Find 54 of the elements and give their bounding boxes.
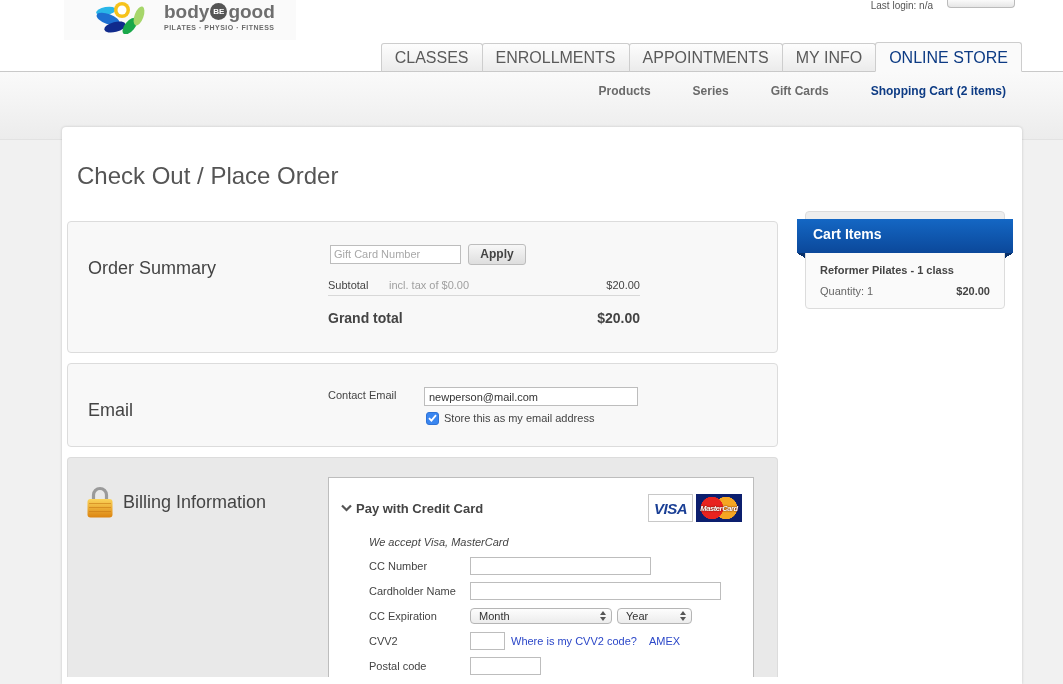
email-field[interactable]: newperson@mail.com bbox=[424, 387, 638, 406]
tax-note: incl. tax of $0.00 bbox=[389, 278, 470, 292]
grand-total-amount: $20.00 bbox=[597, 310, 640, 327]
subnav-link[interactable]: Gift Cards bbox=[770, 84, 829, 99]
help-link[interactable]: AMEX bbox=[648, 635, 681, 647]
padlock-icon bbox=[87, 486, 113, 518]
dropdown[interactable]: Year bbox=[617, 608, 692, 624]
accepted-cards-note: We accept Visa, MasterCard bbox=[369, 535, 509, 549]
text-field[interactable] bbox=[470, 582, 721, 600]
payment-method-toggle[interactable]: Pay with Credit Card bbox=[341, 500, 484, 516]
chevron-icon bbox=[341, 504, 352, 512]
logo-badge: BE bbox=[210, 3, 228, 20]
text-field[interactable] bbox=[470, 632, 505, 650]
dropdown[interactable]: Month bbox=[470, 608, 612, 624]
page-title: Check Out / Place Order bbox=[76, 161, 340, 191]
logo-wordmark: body bbox=[164, 2, 210, 21]
checkmark-icon bbox=[428, 414, 437, 422]
cart-item-price: $20.00 bbox=[956, 284, 990, 298]
subnav-link[interactable]: Series bbox=[692, 84, 729, 99]
section-heading: Order Summary bbox=[87, 257, 218, 280]
text-field[interactable] bbox=[470, 557, 651, 575]
cart-item-quantity: Quantity: 1 bbox=[820, 284, 874, 298]
field-label: Cardholder Name bbox=[369, 584, 457, 598]
last-login-text: Last login: n/a bbox=[870, 0, 933, 12]
subtotal-label: Subtotal bbox=[328, 278, 370, 292]
text-field[interactable] bbox=[470, 657, 541, 675]
grand-total-label: Grand total bbox=[328, 310, 403, 327]
subtotal-amount: $20.00 bbox=[606, 278, 640, 292]
section-heading: Email bbox=[87, 399, 134, 422]
apply-button[interactable]: Apply bbox=[468, 243, 526, 265]
field-label: Contact Email bbox=[328, 388, 398, 402]
nav-tab[interactable]: ENROLLMENTS bbox=[481, 43, 630, 72]
subnav-link[interactable]: Shopping Cart (2 items) bbox=[870, 84, 1006, 99]
subnav-link[interactable]: Products bbox=[598, 84, 651, 99]
field-label: CVV2 bbox=[369, 634, 399, 648]
cart-item-name: Reformer Pilates - 1 class bbox=[820, 263, 955, 277]
field-label: CC Expiration bbox=[369, 609, 438, 623]
field-label: CC Number bbox=[369, 559, 429, 573]
updown-arrows-icon bbox=[600, 611, 606, 621]
gift-card-field[interactable]: Gift Card Number bbox=[330, 244, 461, 264]
help-link[interactable]: Where is my CVV2 code? bbox=[511, 635, 637, 647]
nav-tab[interactable]: CLASSES bbox=[380, 43, 483, 72]
field-label: Postal code bbox=[369, 659, 428, 673]
checkbox[interactable] bbox=[426, 411, 439, 425]
nav-tab[interactable]: ONLINE STORE bbox=[875, 42, 1022, 72]
logo-wordmark: good bbox=[228, 2, 275, 21]
nav-tab[interactable]: APPOINTMENTS bbox=[628, 43, 783, 72]
header-button[interactable] bbox=[947, 0, 1015, 8]
visa-logo: VISA bbox=[648, 494, 693, 522]
nav-tab[interactable]: MY INFO bbox=[781, 43, 877, 72]
checkbox-label[interactable]: Store this as my email address bbox=[444, 411, 595, 425]
updown-arrows-icon bbox=[680, 611, 686, 621]
cart-ribbon: Cart Items bbox=[797, 219, 1013, 258]
section-heading: Billing Information bbox=[123, 491, 267, 513]
